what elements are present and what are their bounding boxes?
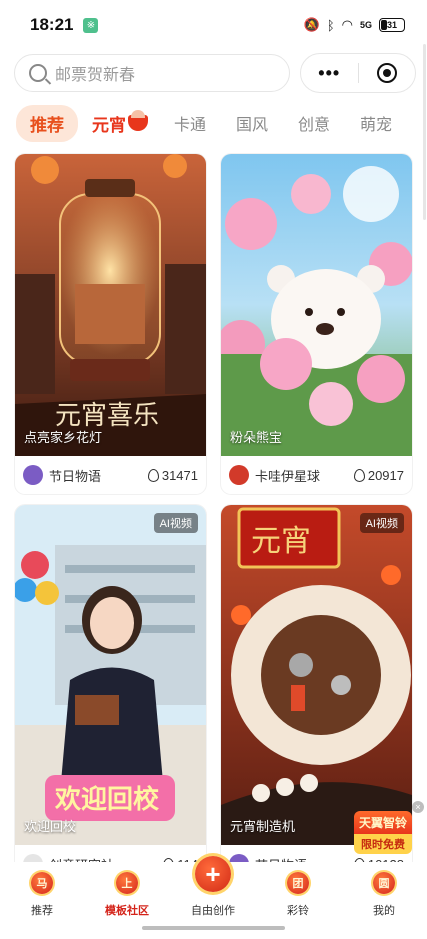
author-name: 卡哇伊星球 (255, 468, 321, 484)
nav-recommend[interactable]: 马 推荐 (7, 872, 77, 918)
likes-count: 31471 (147, 468, 198, 483)
card-caption: 点亮家乡花灯 (24, 430, 103, 445)
app-notification-icon: ※ (83, 17, 99, 33)
home-indicator[interactable] (142, 926, 285, 930)
card-image[interactable]: 粉朵熊宝 (221, 154, 412, 456)
status-time: 18:21 (30, 15, 74, 34)
template-card[interactable]: 粉朵熊宝 卡哇伊星球 20917 (221, 154, 412, 494)
flame-icon (147, 468, 159, 482)
close-icon[interactable]: × (412, 801, 424, 813)
lantern-image: 元宵喜乐 (15, 154, 206, 456)
likes-count: 20917 (353, 468, 404, 483)
tab-pets[interactable]: 萌宠 (360, 111, 392, 135)
promo-badge[interactable]: 天翼智铃 限时免费 (354, 811, 412, 854)
battery-icon: 31 (379, 18, 405, 32)
nav-label: 我的 (373, 905, 395, 917)
template-card[interactable]: 欢迎回校 AI视频 欢迎回校 创意研究社 114 (15, 505, 206, 883)
nav-label: 彩铃 (287, 905, 309, 917)
search-input[interactable]: 邮票贺新春 (14, 54, 290, 92)
tab-recommend[interactable]: 推荐 (16, 104, 78, 142)
status-icons: 🔕 ᛒ ◠ 5G 31 (304, 17, 405, 33)
profile-icon: 圆 (373, 872, 395, 894)
target-icon (376, 63, 397, 83)
ringtone-icon: 团 (287, 872, 309, 894)
scrollbar[interactable] (423, 44, 426, 220)
tab-guofeng[interactable]: 国风 (236, 111, 268, 135)
school-image: 欢迎回校 (15, 505, 206, 845)
tab-yuanxiao[interactable]: 元宵 (92, 110, 148, 136)
card-meta: 节日物语 31471 (15, 456, 206, 494)
tab-cartoon[interactable]: 卡通 (174, 111, 206, 135)
nav-label: 模板社区 (105, 905, 149, 917)
close-miniprogram-button[interactable] (358, 63, 415, 83)
tab-creative[interactable]: 创意 (298, 111, 330, 135)
status-bar: 18:21 ※ 🔕 ᛒ ◠ 5G 31 (0, 0, 427, 50)
tangyuan-machine-image: 元宵 (221, 505, 412, 845)
bluetooth-icon: ᛒ (326, 17, 335, 33)
nav-mine[interactable]: 圆 我的 (349, 872, 419, 918)
avatar (229, 465, 249, 485)
mini-program-capsule: ••• (300, 53, 416, 93)
wifi-icon: ◠ (341, 17, 353, 32)
nav-label: 推荐 (31, 905, 53, 917)
svg-text:欢迎回校: 欢迎回校 (54, 784, 160, 815)
nav-label: 自由创作 (191, 905, 235, 917)
card-image[interactable]: 欢迎回校 AI视频 欢迎回校 (15, 505, 206, 845)
more-button[interactable]: ••• (301, 63, 358, 84)
promo-title: 天翼智铃 (354, 811, 412, 834)
create-button[interactable]: + (195, 856, 231, 892)
community-icon: 上 (116, 872, 138, 894)
card-caption: 元宵制造机 (230, 819, 296, 834)
card-image[interactable]: 元宵 AI视频 元宵制造机 (221, 505, 412, 845)
mute-icon: 🔕 (303, 17, 320, 32)
category-tabs: 推荐 元宵 卡通 国风 创意 萌宠 (16, 104, 422, 142)
ai-video-badge: AI视频 (359, 513, 404, 533)
svg-text:元宵: 元宵 (251, 524, 311, 559)
ai-video-badge: AI视频 (153, 513, 198, 533)
author-name: 节日物语 (49, 468, 102, 484)
card-image[interactable]: 元宵喜乐 点亮家乡花灯 (15, 154, 206, 456)
avatar (23, 465, 43, 485)
card-meta: 卡哇伊星球 20917 (221, 456, 412, 494)
tangyuan-icon (128, 110, 148, 131)
horse-icon: 马 (31, 872, 53, 894)
search-placeholder: 邮票贺新春 (55, 67, 136, 84)
search-icon (29, 64, 47, 82)
template-card[interactable]: 元宵喜乐 点亮家乡花灯 节日物语 31471 (15, 154, 206, 494)
flame-icon (353, 468, 365, 482)
nav-ringtone[interactable]: 团 彩铃 (263, 872, 333, 918)
signal-icon: 5G (359, 20, 372, 30)
promo-subtitle: 限时免费 (354, 834, 412, 854)
bear-image (221, 154, 412, 456)
card-caption: 粉朵熊宝 (230, 430, 283, 445)
tab-label: 元宵 (92, 115, 126, 135)
nav-template-community[interactable]: 上 模板社区 (92, 872, 162, 918)
card-caption: 欢迎回校 (24, 819, 77, 834)
